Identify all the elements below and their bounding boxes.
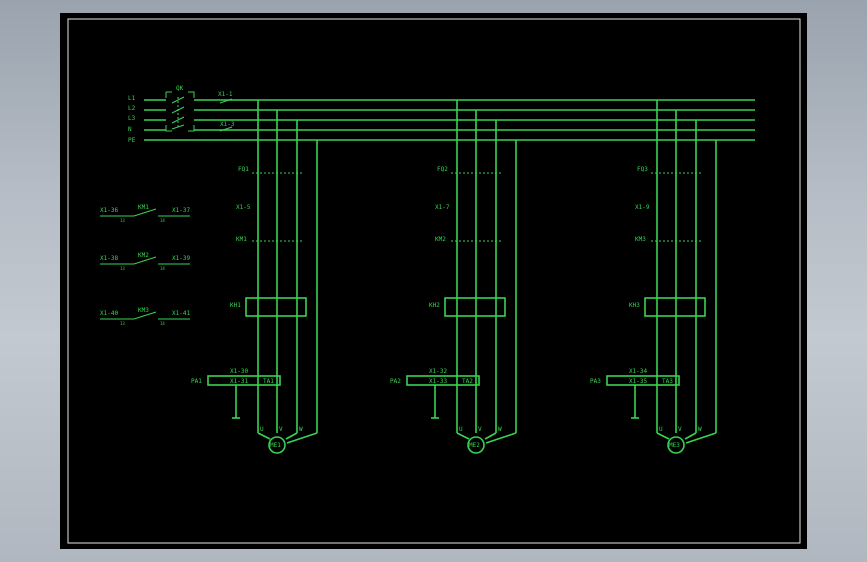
motor-3-label: ME3	[669, 442, 680, 449]
motor-1-label: ME1	[270, 442, 281, 449]
phase-u-label: U	[459, 426, 463, 433]
ct-1-label: TA1	[263, 378, 274, 385]
bus-label-n: N	[128, 126, 132, 133]
control-right-label: X1-39	[172, 255, 190, 262]
phase-u-label: U	[260, 426, 264, 433]
bus-wire-bottom-label: X1-3	[220, 121, 235, 128]
ct-3-top-label: X1-34	[629, 368, 647, 375]
control-terminal-a: 13	[120, 321, 125, 326]
bus-label-l3: L3	[128, 115, 136, 122]
control-contact-3: X1-40 KM3 X1-41 13 14	[100, 307, 190, 326]
relay-2-label: KH2	[429, 302, 440, 309]
phase-u-label: U	[659, 426, 663, 433]
wire-2-label: X1-7	[435, 204, 450, 211]
ct-2-top-label: X1-32	[429, 368, 447, 375]
control-contact-label: KM1	[138, 204, 149, 211]
ct-1-top-label: X1-30	[230, 368, 248, 375]
wire-1-label: X1-5	[236, 204, 251, 211]
phase-w-label: W	[698, 426, 702, 433]
bus-label-l2: L2	[128, 105, 136, 112]
control-right-label: X1-41	[172, 310, 190, 317]
ammeter-2-label: PA2	[390, 378, 401, 385]
contactor-1-label: KM1	[236, 236, 247, 243]
motor-branch-3: ME3 U V W FQ3 X1-9 KM3 KH3 X1-34 X1-35 P…	[590, 100, 717, 454]
motor-2-label: ME2	[469, 442, 480, 449]
phase-v-label: V	[279, 426, 283, 433]
drawing-sheet: L1 L2 L3 N PE QK X1-1 X1-3 X1-36 KM1 X1-…	[60, 13, 807, 549]
phase-v-label: V	[478, 426, 482, 433]
control-left-label: X1-36	[100, 207, 118, 214]
breaker-3-label: FQ3	[637, 166, 648, 173]
control-contact-label: KM3	[138, 307, 149, 314]
phase-w-label: W	[299, 426, 303, 433]
bus-wire-top-label: X1-1	[218, 91, 233, 98]
wire-3-label: X1-9	[635, 204, 650, 211]
ammeter-3-label: PA3	[590, 378, 601, 385]
control-terminal-b: 14	[160, 321, 165, 326]
bus-bars	[144, 99, 755, 141]
relay-3-label: KH3	[629, 302, 640, 309]
phase-w-label: W	[498, 426, 502, 433]
motor-branch-1: ME1 U V W FQ1 X1-5 KM1 KH1 X1-30 X1-31 P…	[191, 100, 318, 454]
ct-2-mid-label: X1-33	[429, 378, 447, 385]
ct-3-mid-label: X1-35	[629, 378, 647, 385]
breaker-2-label: FQ2	[437, 166, 448, 173]
control-left-label: X1-40	[100, 310, 118, 317]
phase-v-label: V	[678, 426, 682, 433]
ammeter-1-label: PA1	[191, 378, 202, 385]
control-contact-label: KM2	[138, 252, 149, 259]
contactor-3-label: KM3	[635, 236, 646, 243]
ct-1-mid-label: X1-31	[230, 378, 248, 385]
breaker-1-label: FQ1	[238, 166, 249, 173]
wiring-diagram: L1 L2 L3 N PE QK X1-1 X1-3 X1-36 KM1 X1-…	[67, 18, 801, 544]
bus-label-l1: L1	[128, 95, 136, 102]
relay-1-label: KH1	[230, 302, 241, 309]
control-terminal-a: 13	[120, 218, 125, 223]
bus-label-pe: PE	[128, 137, 136, 144]
motor-branch-2: ME2 U V W FQ2 X1-7 KM2 KH2 X1-32 X1-33 P…	[390, 100, 517, 454]
ct-2-label: TA2	[462, 378, 473, 385]
contactor-2-label: KM2	[435, 236, 446, 243]
main-switch-label: QK	[176, 85, 184, 92]
control-terminal-b: 14	[160, 266, 165, 271]
ct-3-label: TA3	[662, 378, 673, 385]
control-contact-2: X1-38 KM2 X1-39 13 14	[100, 252, 190, 271]
control-left-label: X1-38	[100, 255, 118, 262]
control-terminal-a: 13	[120, 266, 125, 271]
control-contact-1: X1-36 KM1 X1-37 13 14	[100, 204, 190, 223]
main-switch-symbol	[165, 91, 195, 132]
control-terminal-b: 14	[160, 218, 165, 223]
control-right-label: X1-37	[172, 207, 190, 214]
